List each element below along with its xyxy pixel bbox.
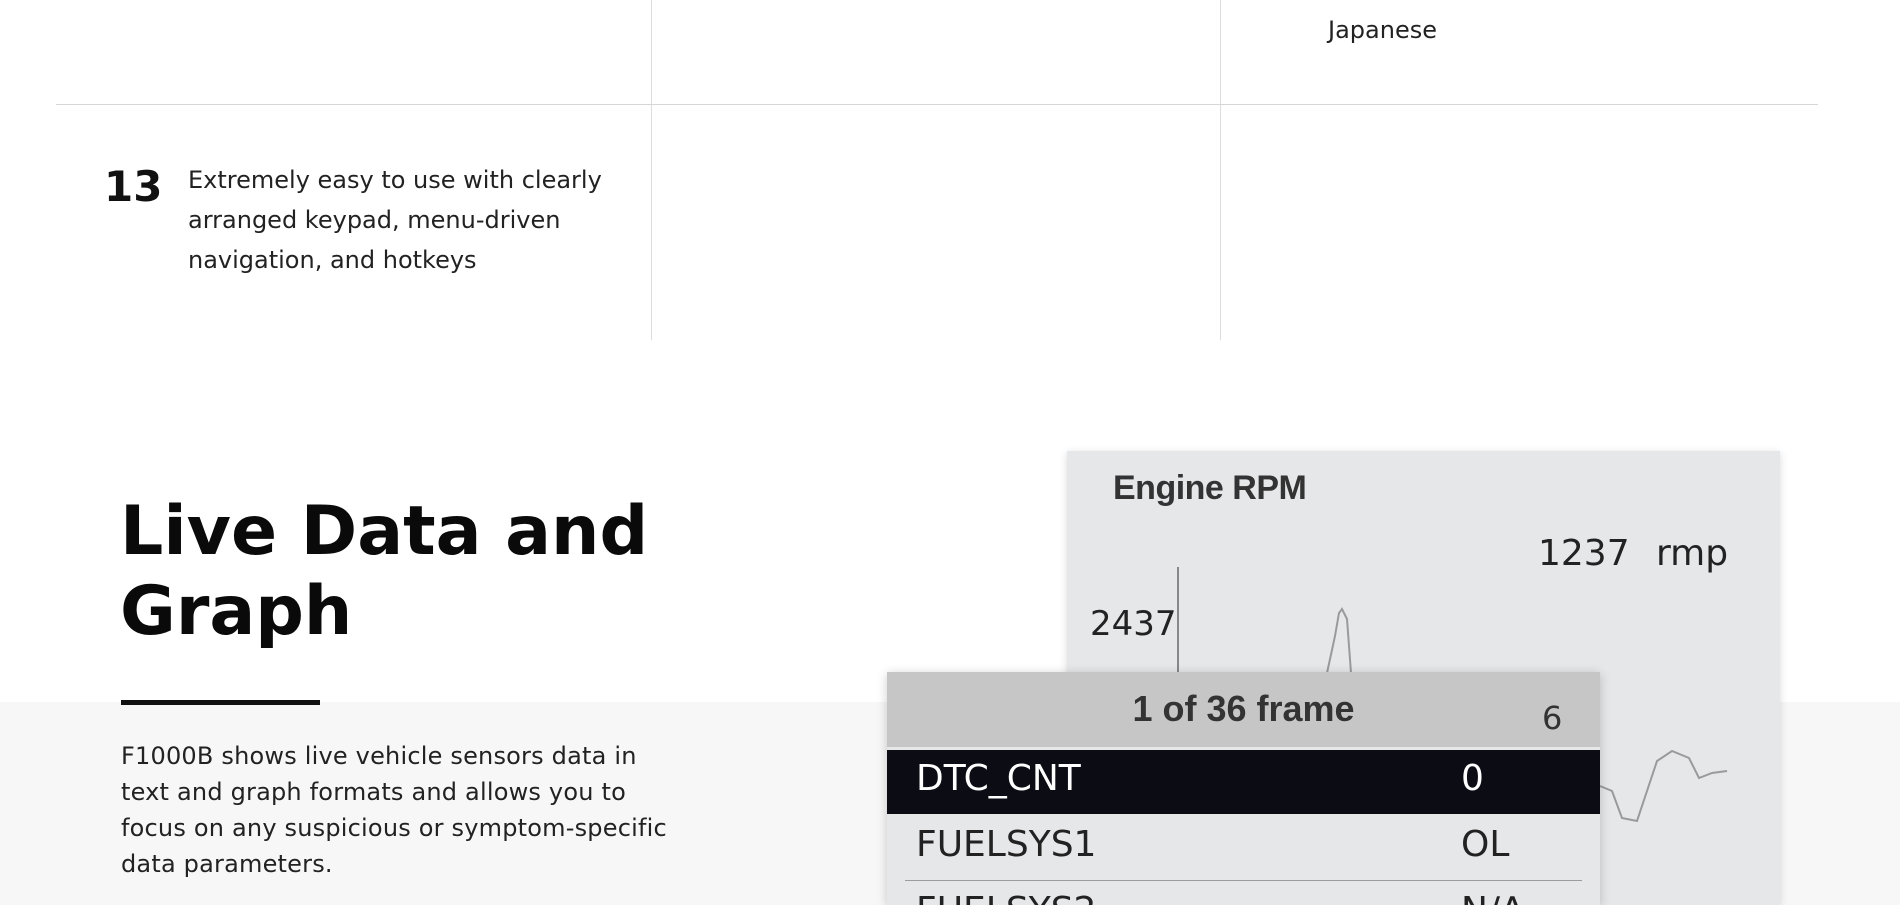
row-divider — [56, 104, 1818, 105]
section-title: Live Data and Graph — [120, 492, 649, 651]
section-description: F1000B shows live vehicle sensors data i… — [121, 742, 667, 878]
data-row[interactable]: FUELSYS1 OL — [887, 816, 1600, 880]
parameter-value: N/A — [1461, 890, 1525, 905]
data-row-selected[interactable]: DTC_CNT 0 — [887, 750, 1600, 814]
data-row[interactable]: FUELSYS2 N/A — [887, 882, 1600, 905]
column-divider — [1220, 0, 1221, 340]
parameter-name: FUELSYS1 — [916, 824, 1097, 865]
rpm-graph-peak-line — [1326, 607, 1352, 674]
language-cell-text: Japanese — [1328, 16, 1437, 44]
parameter-value: 0 — [1461, 758, 1484, 799]
data-frame-panel: 1 of 36 frame 6 DTC_CNT 0 FUELSYS1 OL FU… — [887, 672, 1600, 905]
parameter-value: OL — [1461, 824, 1510, 865]
parameter-name: FUELSYS2 — [916, 890, 1096, 905]
frame-header: 1 of 36 frame 6 — [887, 672, 1600, 747]
feature-description: Extremely easy to use with clearly arran… — [188, 166, 602, 274]
frame-counter: 1 of 36 frame — [1132, 688, 1355, 729]
row-divider — [905, 880, 1582, 881]
column-divider — [651, 0, 652, 340]
feature-table: Japanese 13 Extremely easy to use with c… — [0, 0, 1900, 340]
title-underline — [121, 700, 320, 705]
parameter-name: DTC_CNT — [916, 758, 1081, 799]
rpm-graph-trace-line — [1599, 749, 1728, 823]
frame-side-number: 6 — [1542, 699, 1563, 737]
feature-number: 13 — [104, 162, 163, 211]
